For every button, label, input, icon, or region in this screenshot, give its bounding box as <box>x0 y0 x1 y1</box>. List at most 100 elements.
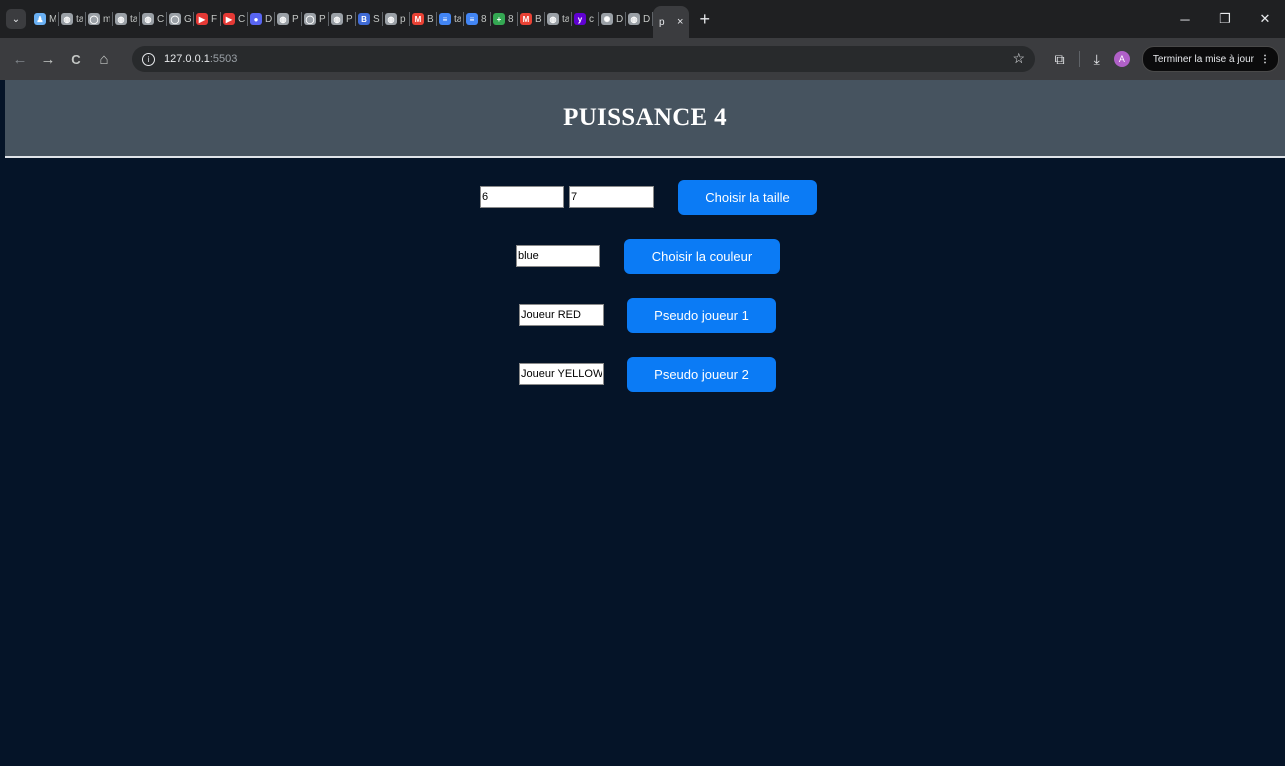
browser-tab[interactable]: ● D <box>248 0 275 38</box>
tab-title: S <box>373 13 380 25</box>
download-icon[interactable]: ⤓ <box>1094 51 1100 68</box>
globe-icon: ◍ <box>61 13 73 25</box>
tab-title: ta <box>130 13 137 25</box>
browser-tab[interactable]: yc <box>572 0 599 38</box>
restore-icon[interactable]: ❐ <box>1205 11 1245 27</box>
browser-tab[interactable]: ◍ ta <box>113 0 140 38</box>
browser-tab[interactable]: ◍ p <box>383 0 410 38</box>
profile-avatar[interactable]: A <box>1113 51 1130 67</box>
tab-title: 8 <box>508 13 514 25</box>
choose-size-button[interactable]: Choisir la taille <box>678 180 817 215</box>
player1-name-input[interactable] <box>519 304 604 326</box>
tab-title: D <box>265 13 272 25</box>
gmail-icon: M <box>520 13 532 25</box>
browser-tab[interactable]: ◍ D <box>626 0 653 38</box>
github-icon: ◯ <box>88 13 100 25</box>
reload-icon[interactable]: C <box>64 52 88 67</box>
tab-list: ♟ M ◍ ta ◯ m ◍ ta ◍ C ◯ G ▶ F ▶ C ● D ◍ P ◯ P ◍ P B S ◍ p M B ≡ ta ≡ 8 +8 M… <box>32 0 710 38</box>
close-tab-icon[interactable]: × <box>677 16 683 28</box>
browser-tab[interactable]: ✺ D <box>599 0 626 38</box>
bts-icon: B <box>358 13 370 25</box>
forward-icon[interactable]: → <box>36 51 60 68</box>
tab-title: ta <box>454 13 461 25</box>
tab-title: P <box>346 13 353 25</box>
tab-title: F <box>211 13 218 25</box>
browser-tab[interactable]: ◍ C <box>140 0 167 38</box>
color-input[interactable] <box>516 245 600 267</box>
tab-title: P <box>319 13 326 25</box>
globe-icon: ◍ <box>115 13 127 25</box>
player2-name-button[interactable]: Pseudo joueur 2 <box>627 357 776 392</box>
columns-input[interactable] <box>569 186 654 208</box>
globe-icon: ◍ <box>331 13 343 25</box>
browser-tab[interactable]: ◯ P <box>302 0 329 38</box>
browser-tab[interactable]: ≡ ta <box>437 0 464 38</box>
update-label: Terminer la mise à jour <box>1152 53 1254 65</box>
update-browser-button[interactable]: Terminer la mise à jour ⋮ <box>1141 46 1279 72</box>
docs-icon: ≡ <box>466 13 478 25</box>
yahoo-icon: y <box>574 13 586 25</box>
choose-color-button[interactable]: Choisir la couleur <box>624 239 780 274</box>
youtube-icon: ▶ <box>223 13 235 25</box>
browser-tab-active[interactable]: p × <box>653 6 690 38</box>
tab-search-button[interactable]: ⌄ <box>6 9 26 29</box>
browser-tab[interactable]: BS <box>356 0 383 38</box>
more-menu-icon[interactable]: ⋮ <box>1260 54 1270 65</box>
sheets-icon: + <box>493 13 505 25</box>
minimize-icon[interactable]: ─ <box>1165 12 1205 27</box>
browser-tab[interactable]: ▶ C <box>221 0 248 38</box>
tab-title: 8 <box>481 13 487 25</box>
tab-title: p <box>400 13 406 25</box>
tab-title: D <box>616 13 623 25</box>
toolbar-divider <box>1078 51 1080 67</box>
browser-tab[interactable]: MB <box>410 0 437 38</box>
new-tab-button[interactable]: + <box>699 9 710 30</box>
rows-input[interactable] <box>480 186 564 208</box>
player2-name-input[interactable] <box>519 363 604 385</box>
tab-title: C <box>157 13 164 25</box>
person-icon: ♟ <box>34 13 46 25</box>
toolbar-right: ⧉ ⤓ A Terminer la mise à jour ⋮ <box>1055 38 1285 80</box>
globe-icon: ◍ <box>277 13 289 25</box>
browser-tab[interactable]: +8 <box>491 0 518 38</box>
home-icon[interactable]: ⌂ <box>92 51 116 68</box>
browser-tab[interactable]: ≡ 8 <box>464 0 491 38</box>
page-content: PUISSANCE 4 Choisir la taille Choisir la… <box>5 80 1285 766</box>
back-icon[interactable]: ← <box>8 51 32 68</box>
browser-tab[interactable]: ♟ M <box>32 0 59 38</box>
docs-icon: ≡ <box>439 13 451 25</box>
url-text: 127.0.0.1:5503 <box>164 53 237 65</box>
tab-title: p <box>659 16 665 28</box>
discord-icon: ● <box>250 13 262 25</box>
openai-icon: ✺ <box>601 13 613 25</box>
github-icon: ◯ <box>304 13 316 25</box>
url-host: 127.0.0.1 <box>164 53 210 65</box>
tab-title: B <box>427 13 434 25</box>
window-controls: ─ ❐ ✕ <box>1165 0 1285 38</box>
site-info-icon[interactable]: i <box>142 52 155 66</box>
tab-title: D <box>643 13 650 25</box>
browser-tab[interactable]: ◯ m <box>86 0 113 38</box>
browser-tab[interactable]: ◯ G <box>167 0 194 38</box>
tab-title: M <box>49 13 56 25</box>
bookmark-star-icon[interactable]: ☆ <box>1012 50 1025 67</box>
tab-title: P <box>292 13 299 25</box>
browser-tab[interactable]: ◍ P <box>329 0 356 38</box>
gmail-icon: M <box>412 13 424 25</box>
player1-name-button[interactable]: Pseudo joueur 1 <box>627 298 776 333</box>
tab-title: c <box>589 13 594 25</box>
browser-tab[interactable]: ◍ P <box>275 0 302 38</box>
url-port: :5503 <box>209 53 238 65</box>
address-bar[interactable]: i 127.0.0.1:5503 ☆ <box>132 46 1035 72</box>
browser-tab[interactable]: MB <box>518 0 545 38</box>
globe-icon: ◍ <box>385 13 397 25</box>
browser-tab[interactable]: ◍ ta <box>59 0 86 38</box>
browser-tab[interactable]: ◍ ta <box>545 0 572 38</box>
extensions-icon[interactable]: ⧉ <box>1055 51 1065 68</box>
github-icon: ◯ <box>169 13 181 25</box>
browser-toolbar: ← → C ⌂ i 127.0.0.1:5503 ☆ ⧉ ⤓ A Termine… <box>0 38 1285 80</box>
tab-title: m <box>103 13 110 25</box>
browser-tab[interactable]: ▶ F <box>194 0 221 38</box>
page-title: PUISSANCE 4 <box>563 104 727 131</box>
close-window-icon[interactable]: ✕ <box>1245 11 1285 27</box>
